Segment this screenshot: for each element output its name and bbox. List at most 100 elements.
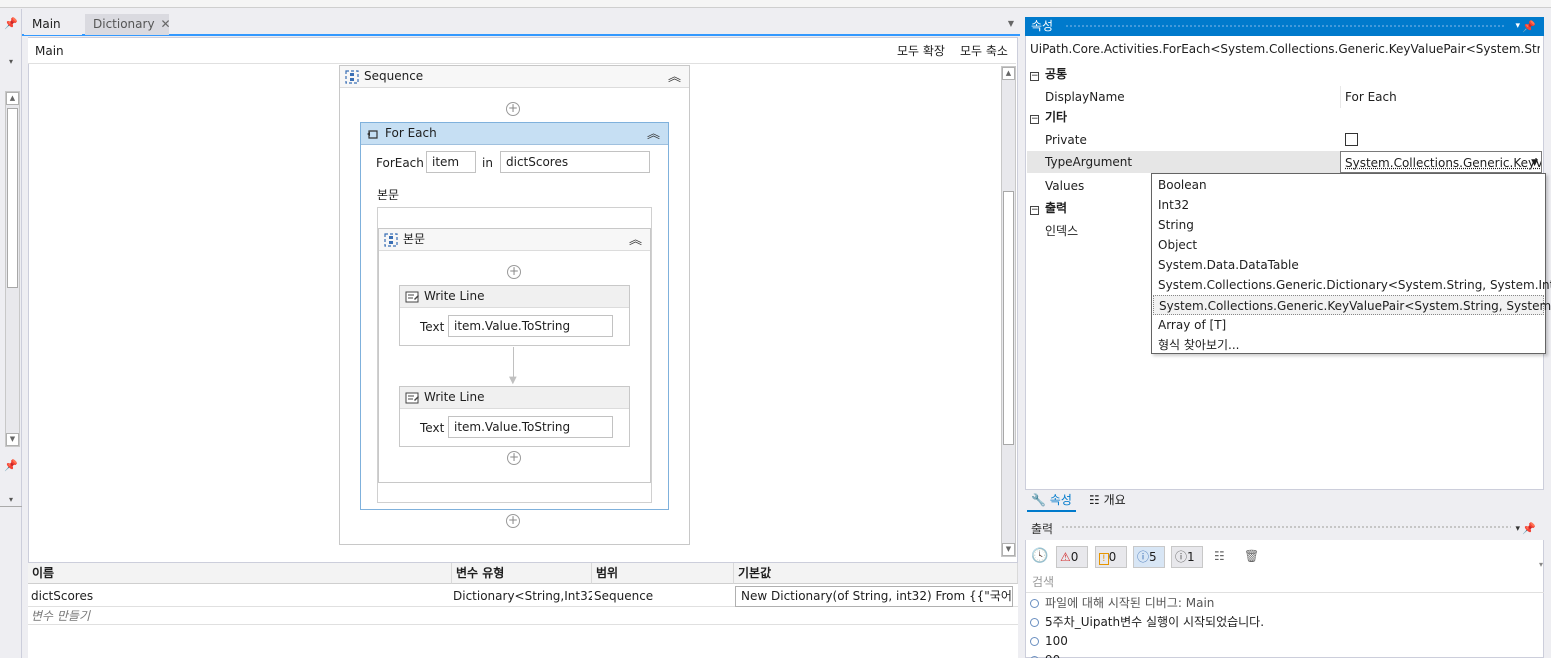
dropdown-arrow-icon[interactable]: ▾ bbox=[1515, 518, 1520, 540]
filter-info-button[interactable]: ⓘ5 bbox=[1133, 546, 1165, 568]
scroll-down-icon[interactable]: ▼ bbox=[6, 433, 19, 446]
column-header-default[interactable]: 기본값 bbox=[734, 563, 1018, 584]
info-count: 5 bbox=[1149, 550, 1157, 564]
search-input[interactable]: 검색 bbox=[1026, 571, 1544, 593]
dropdown-option[interactable]: Array of [T] bbox=[1153, 315, 1544, 335]
pin-icon[interactable]: 📌 bbox=[1522, 518, 1536, 540]
collapse-icon[interactable]: ︽ bbox=[647, 124, 660, 145]
typeargument-select[interactable]: System.Collections.Generic.KeyVa ▼ bbox=[1340, 151, 1542, 173]
dropdown-option[interactable]: Int32 bbox=[1153, 195, 1544, 215]
add-activity-plus-icon[interactable]: + bbox=[507, 265, 521, 279]
output-line: 90 bbox=[1030, 651, 1060, 658]
search-options-icon[interactable]: ▾ bbox=[1539, 560, 1543, 569]
dropdown-option[interactable]: System.Collections.Generic.Dictionary<Sy… bbox=[1153, 275, 1551, 295]
category-misc[interactable]: − 기타 bbox=[1027, 107, 1542, 128]
scroll-up-icon[interactable]: ▲ bbox=[1002, 67, 1015, 80]
property-name: 인덱스 bbox=[1045, 224, 1079, 238]
collection-input[interactable]: dictScores bbox=[500, 151, 650, 173]
error-icon: ⚠ bbox=[1060, 550, 1071, 564]
filter-warnings-button[interactable]: ! 0 bbox=[1095, 546, 1127, 568]
collapse-all-link[interactable]: 모두 축소 bbox=[960, 42, 1008, 59]
variable-scope-cell[interactable]: Sequence bbox=[591, 585, 733, 607]
tab-dictionary[interactable]: Dictionary ✕ bbox=[85, 14, 171, 35]
dropdown-arrow-icon-2[interactable]: ▾ bbox=[0, 495, 22, 504]
displayname-input[interactable]: For Each bbox=[1340, 86, 1542, 108]
expand-all-link[interactable]: 모두 확장 bbox=[897, 42, 945, 59]
table-row[interactable]: dictScores Dictionary<String,Int32> Sequ… bbox=[28, 585, 1018, 607]
collapse-icon[interactable]: − bbox=[1030, 206, 1039, 215]
dropdown-option[interactable]: Boolean bbox=[1153, 175, 1544, 195]
tab-properties[interactable]: 🔧 속성 bbox=[1027, 490, 1076, 512]
column-header-type[interactable]: 변수 유형 bbox=[452, 563, 592, 584]
sequence-title: Sequence bbox=[364, 69, 424, 83]
warnings-count: 0 bbox=[1108, 550, 1117, 564]
output-line-text: 파일에 대해 시작된 디버그: Main bbox=[1045, 596, 1215, 610]
pin-icon-2[interactable]: 📌 bbox=[0, 459, 22, 472]
foreach-header[interactable]: For Each ︽ bbox=[361, 123, 668, 145]
left-scrollbar[interactable]: ▲ ▼ bbox=[5, 91, 20, 447]
chevron-down-icon[interactable]: ▼ bbox=[1531, 152, 1538, 172]
write-line-title: Write Line bbox=[424, 289, 485, 303]
properties-bottom-tabs: 🔧 속성 ☷ 개요 bbox=[1025, 490, 1544, 512]
private-checkbox[interactable] bbox=[1345, 133, 1358, 146]
dropdown-arrow-icon[interactable]: ▾ bbox=[1515, 17, 1520, 36]
trace-icon: ⓘ bbox=[1175, 550, 1188, 564]
write-line-header[interactable]: Write Line bbox=[400, 286, 629, 308]
property-name: Values bbox=[1045, 179, 1085, 193]
collapse-icon[interactable]: − bbox=[1030, 72, 1039, 81]
clock-icon[interactable]: 🕓 bbox=[1031, 548, 1048, 564]
pin-icon[interactable]: 📌 bbox=[1522, 17, 1536, 36]
text-input[interactable]: item.Value.ToString bbox=[448, 416, 613, 438]
variable-type-cell[interactable]: Dictionary<String,Int32> bbox=[450, 585, 592, 607]
collapse-icon[interactable]: ︽ bbox=[668, 67, 681, 88]
filter-errors-button[interactable]: ⚠0 bbox=[1056, 546, 1088, 568]
scroll-up-icon[interactable]: ▲ bbox=[6, 92, 19, 105]
variable-name-cell[interactable]: dictScores bbox=[28, 585, 452, 607]
pin-icon[interactable]: 📌 bbox=[0, 17, 22, 30]
scroll-thumb[interactable] bbox=[7, 108, 18, 288]
create-variable-link[interactable]: 변수 만들기 bbox=[28, 607, 1018, 625]
column-header-scope[interactable]: 범위 bbox=[592, 563, 734, 584]
dropdown-option[interactable]: 형식 찾아보기... bbox=[1153, 335, 1544, 355]
collapse-icon[interactable]: − bbox=[1030, 115, 1039, 124]
add-activity-plus-icon[interactable]: + bbox=[506, 514, 520, 528]
item-input[interactable]: item bbox=[426, 151, 476, 173]
collapse-icon[interactable]: ︽ bbox=[629, 230, 642, 251]
filter-trace-button[interactable]: ⓘ1 bbox=[1171, 546, 1203, 568]
scroll-thumb[interactable] bbox=[1003, 191, 1014, 445]
property-row-typeargument[interactable]: TypeArgument System.Collections.Generic.… bbox=[1027, 151, 1542, 173]
connector-arrow-icon: ▼ bbox=[509, 375, 517, 386]
breadcrumb[interactable]: Main bbox=[35, 44, 64, 58]
dropdown-option[interactable]: System.Data.DataTable bbox=[1153, 255, 1544, 275]
add-activity-plus-icon[interactable]: + bbox=[507, 451, 521, 465]
close-icon[interactable]: ✕ bbox=[161, 17, 171, 31]
trace-count: 1 bbox=[1187, 550, 1195, 564]
column-header-name[interactable]: 이름 bbox=[28, 563, 452, 584]
category-common[interactable]: − 공통 bbox=[1027, 64, 1542, 85]
trash-icon[interactable]: 🗑 bbox=[1244, 549, 1259, 563]
tab-outline[interactable]: ☷ 개요 bbox=[1085, 490, 1130, 512]
outline-icon: ☷ bbox=[1089, 493, 1100, 507]
dropdown-option[interactable]: Object bbox=[1153, 235, 1544, 255]
dropdown-arrow-icon[interactable]: ▾ bbox=[0, 57, 22, 66]
text-input[interactable]: item.Value.ToString bbox=[448, 315, 613, 337]
list-view-icon[interactable]: ☷ bbox=[1214, 549, 1225, 563]
typeargument-value: System.Collections.Generic.KeyVa bbox=[1345, 156, 1542, 170]
body-sequence-header[interactable]: 본문 ︽ bbox=[379, 229, 650, 251]
output-line-text: 100 bbox=[1045, 634, 1068, 648]
property-row-displayname[interactable]: DisplayName For Each bbox=[1027, 86, 1542, 108]
dropdown-option[interactable]: System.Collections.Generic.KeyValuePair<… bbox=[1153, 295, 1551, 315]
variable-default-input[interactable]: New Dictionary(of String, int32) From {{… bbox=[735, 586, 1013, 607]
text-label: Text bbox=[420, 320, 445, 334]
dropdown-option[interactable]: String bbox=[1153, 215, 1544, 235]
designer-scrollbar[interactable]: ▲ ▼ bbox=[1001, 66, 1016, 557]
sequence-header[interactable]: Sequence ︽ bbox=[340, 66, 689, 88]
activity-type-name: UiPath.Core.Activities.ForEach<System.Co… bbox=[1030, 42, 1540, 56]
add-activity-plus-icon[interactable]: + bbox=[506, 102, 520, 116]
output-title: 출력 bbox=[1031, 522, 1054, 536]
tab-list-icon[interactable]: ▼ bbox=[1008, 19, 1014, 28]
write-line-header[interactable]: Write Line bbox=[400, 387, 629, 409]
property-row-private[interactable]: Private bbox=[1027, 129, 1542, 151]
tab-main[interactable]: Main bbox=[24, 14, 82, 35]
scroll-down-icon[interactable]: ▼ bbox=[1002, 543, 1015, 556]
